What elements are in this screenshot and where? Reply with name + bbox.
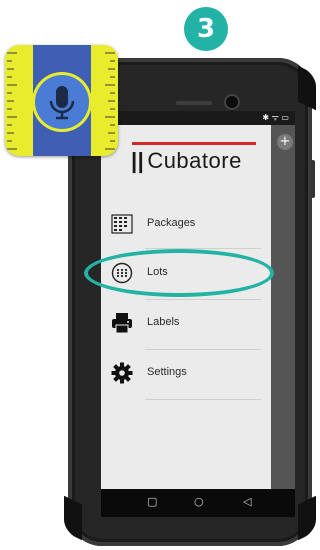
recents-button[interactable]: ▢ [147, 495, 157, 509]
phone-side-button [311, 160, 315, 198]
menu-item-packages[interactable]: Packages [101, 201, 271, 247]
highlight-callout [84, 249, 274, 297]
brand-logo-bars: || [131, 148, 145, 173]
printer-icon [111, 312, 133, 334]
brand-logo-text: Cubatore [147, 148, 242, 173]
step-number-badge: 3 [184, 7, 228, 51]
menu-divider [145, 399, 261, 400]
microphone-icon [49, 86, 75, 120]
app-icon-circle [35, 75, 89, 129]
drawer-scrim[interactable] [271, 125, 295, 489]
menu-item-labels[interactable]: Labels [101, 300, 271, 346]
packages-grid-icon [111, 213, 133, 235]
gear-icon [111, 362, 133, 384]
add-button[interactable]: + [277, 134, 293, 150]
brand-logo: || Cubatore [131, 148, 242, 174]
back-button[interactable]: ◁ [243, 495, 251, 509]
menu-item-label: Labels [147, 316, 180, 328]
home-button[interactable]: ○ [194, 495, 204, 509]
app-icon [5, 45, 118, 156]
phone-speaker [176, 101, 212, 105]
menu-item-settings[interactable]: Settings [101, 350, 271, 396]
ruler-icon [105, 52, 115, 150]
status-bar: 02 ✱ ᯤ ▭ [101, 111, 295, 125]
system-nav-bar: ▢ ○ ◁ [101, 489, 295, 517]
ruler-icon [7, 52, 17, 150]
brand-accent-bar [132, 142, 256, 145]
menu-item-label: Settings [147, 366, 187, 378]
menu-item-label: Packages [147, 217, 196, 229]
front-camera [226, 96, 238, 108]
status-icons: ✱ ᯤ ▭ [262, 113, 289, 122]
phone-bumper [298, 495, 316, 541]
phone-bumper [64, 495, 82, 541]
